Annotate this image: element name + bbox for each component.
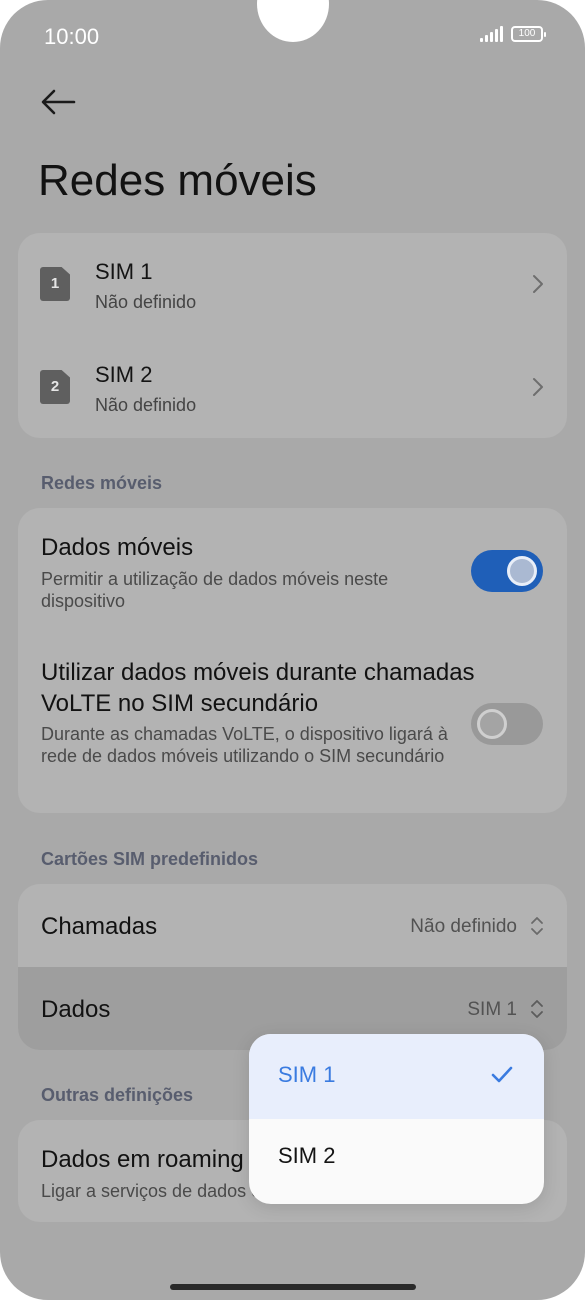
battery-icon: 100	[511, 26, 546, 42]
popup-option-label: SIM 2	[278, 1143, 336, 1168]
mobile-data-description: Permitir a utilização de dados móveis ne…	[41, 569, 389, 611]
chevron-up-down-icon	[531, 917, 543, 935]
back-arrow-icon[interactable]	[38, 86, 78, 118]
calls-value: Não definido	[410, 916, 517, 937]
popup-option-label: SIM 1	[278, 1062, 336, 1087]
volte-data-description: Durante as chamadas VoLTE, o dispositivo…	[41, 724, 448, 766]
volte-data-toggle[interactable]	[471, 703, 543, 745]
sim-item-2[interactable]: 2 SIM 2 Não definido	[18, 336, 567, 436]
sim-1-icon: 1	[40, 267, 70, 301]
section-label-mobile-networks: Redes móveis	[41, 473, 163, 493]
calls-label: Chamadas	[41, 913, 158, 940]
status-icons: 100	[480, 26, 546, 42]
sim-2-icon: 2	[40, 370, 70, 404]
camera-notch	[257, 0, 329, 42]
phone-screen: 10:00 100 Redes móveis 1 SIM 1 Não defin…	[0, 0, 585, 1300]
check-icon	[491, 1066, 513, 1083]
mobile-networks-card: Dados móveis Permitir a utilização de da…	[18, 508, 567, 813]
data-label: Dados	[41, 996, 111, 1023]
sim-list-card: 1 SIM 1 Não definido 2 SIM 2 Não definid…	[18, 233, 567, 438]
chevron-up-down-icon	[531, 1000, 543, 1018]
popup-option-sim-1[interactable]: SIM 1	[249, 1034, 544, 1119]
volte-data-title: Utilizar dados móveis durante chamadas V…	[41, 659, 475, 717]
sim-2-name: SIM 2	[95, 362, 153, 387]
mobile-data-toggle[interactable]	[471, 550, 543, 592]
sim-1-name: SIM 1	[95, 259, 153, 284]
home-indicator[interactable]	[170, 1284, 416, 1290]
mobile-data-row[interactable]: Dados móveis Permitir a utilização de da…	[18, 508, 567, 633]
popup-option-sim-2[interactable]: SIM 2	[249, 1119, 544, 1204]
section-label-default-sims: Cartões SIM predefinidos	[41, 849, 259, 869]
page-title: Redes móveis	[38, 156, 317, 205]
status-time: 10:00	[44, 24, 100, 49]
signal-icon	[480, 26, 503, 42]
mobile-data-title: Dados móveis	[41, 534, 194, 561]
toggle-knob	[477, 709, 507, 739]
chevron-right-icon	[533, 275, 543, 293]
section-label-other-settings: Outras definições	[41, 1085, 194, 1105]
sim-select-popup: SIM 1 SIM 2	[249, 1034, 544, 1204]
volte-data-row[interactable]: Utilizar dados móveis durante chamadas V…	[18, 653, 567, 813]
sim-2-status: Não definido	[95, 395, 197, 415]
data-value: SIM 1	[467, 999, 517, 1020]
sim-1-status: Não definido	[95, 292, 197, 312]
calls-selector[interactable]: Chamadas Não definido	[18, 884, 567, 967]
toggle-knob	[507, 556, 537, 586]
roaming-title: Dados em roaming	[41, 1146, 244, 1173]
default-sims-card: Chamadas Não definido Dados SIM 1	[18, 884, 567, 1050]
chevron-right-icon	[533, 378, 543, 396]
sim-item-1[interactable]: 1 SIM 1 Não definido	[18, 233, 567, 333]
